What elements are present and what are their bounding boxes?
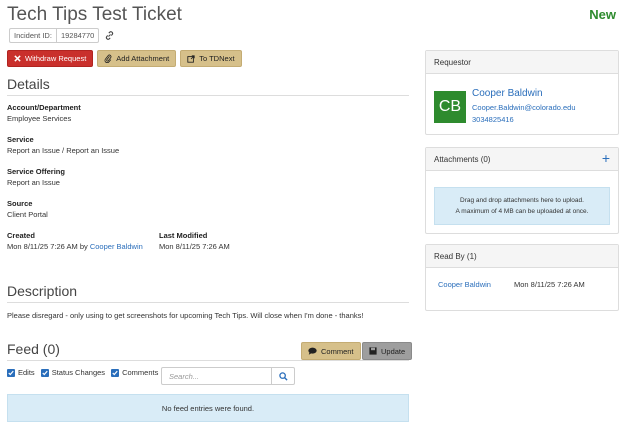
add-icon[interactable]: + [602,151,610,165]
created-date: Mon 8/11/25 7:26 AM by [7,242,88,251]
close-icon [14,55,21,62]
read-by-panel: Read By (1) Cooper Baldwin Mon 8/11/25 7… [425,244,619,311]
read-by-time: Mon 8/11/25 7:26 AM [514,280,585,289]
description-heading: Description [7,283,78,299]
incident-id: Incident ID: 19284770 [9,28,115,43]
source-label: Source [7,199,33,208]
account-value: Employee Services [7,114,72,123]
description-divider [7,302,409,303]
feed-empty-message: No feed entries were found. [7,394,409,422]
to-tdnext-button[interactable]: To TDNext [180,50,242,67]
service-label: Service [7,135,34,144]
last-modified-value: Mon 8/11/25 7:26 AM [159,242,230,251]
dropzone-line-1: Drag and drop attachments here to upload… [460,197,584,204]
comment-label: Comment [321,346,354,356]
read-by-name-link[interactable]: Cooper Baldwin [438,280,491,289]
filter-edits-label: Edits [18,368,35,377]
filter-status-changes[interactable]: Status Changes [40,368,106,377]
read-by-heading: Read By (1) [426,245,618,268]
source-value: Client Portal [7,210,48,219]
external-link-icon [187,54,195,63]
avatar: CB [434,91,466,123]
service-value: Report an Issue / Report an Issue [7,146,120,155]
created-label: Created [7,231,35,240]
requestor-email-link[interactable]: Cooper.Baldwin@colorado.edu [472,103,576,112]
filter-status-changes-label: Status Changes [51,368,106,377]
search-icon [278,371,288,381]
service-offering-label: Service Offering [7,167,65,176]
withdraw-request-label: Withdraw Request [25,54,87,63]
filter-edits[interactable]: Edits [7,368,35,377]
feed-heading: Feed (0) [7,341,60,357]
attachments-panel: Attachments (0) + Drag and drop attachme… [425,147,619,234]
dropzone-line-2: A maximum of 4 MB can be uploaded at onc… [455,208,589,215]
filter-comments-label: Comments [122,368,159,377]
to-tdnext-label: To TDNext [199,54,235,63]
checkbox-checked-icon[interactable] [40,368,49,377]
page-title: Tech Tips Test Ticket [7,4,182,25]
description-text: Please disregard - only using to get scr… [7,311,364,320]
add-attachment-label: Add Attachment [116,54,170,63]
last-modified-label: Last Modified [159,231,208,240]
feed-search-input[interactable]: Search... [161,367,272,385]
link-icon[interactable] [104,30,115,41]
comment-button[interactable]: Comment [301,342,361,360]
update-button[interactable]: Update [362,342,413,360]
account-label: Account/Department [7,103,81,112]
checkbox-checked-icon[interactable] [111,368,120,377]
requestor-panel: Requestor CB Cooper Baldwin Cooper.Baldw… [425,50,619,135]
service-offering-value: Report an Issue [7,178,60,187]
paperclip-icon [104,54,112,63]
details-heading: Details [7,76,50,92]
feed-filters: Edits Status Changes Comments [7,368,164,377]
attachment-dropzone[interactable]: Drag and drop attachments here to upload… [434,187,610,225]
created-value: Mon 8/11/25 7:26 AM by Cooper Baldwin [7,242,143,251]
withdraw-request-button[interactable]: Withdraw Request [7,50,94,67]
attachments-header: Attachments (0) + [426,148,618,171]
save-icon [369,347,377,355]
feed-divider [7,360,409,361]
status-badge: New [589,7,616,22]
checkbox-checked-icon[interactable] [7,368,15,377]
ticket-toolbar: Withdraw Request Add Attachment To TDNex… [7,50,242,67]
add-attachment-button[interactable]: Add Attachment [97,50,177,67]
attachments-heading: Attachments (0) [434,155,491,164]
incident-id-value: 19284770 [55,28,100,43]
requestor-name-link[interactable]: Cooper Baldwin [472,88,543,99]
requestor-phone-link[interactable]: 3034825416 [472,115,514,124]
incident-id-label: Incident ID: [9,28,56,43]
filter-comments[interactable]: Comments [111,368,158,377]
requestor-heading: Requestor [426,51,618,74]
details-divider [7,95,409,96]
created-by-link[interactable]: Cooper Baldwin [90,242,143,251]
update-label: Update [381,346,406,356]
comment-icon [308,347,317,355]
search-button[interactable] [271,367,295,385]
